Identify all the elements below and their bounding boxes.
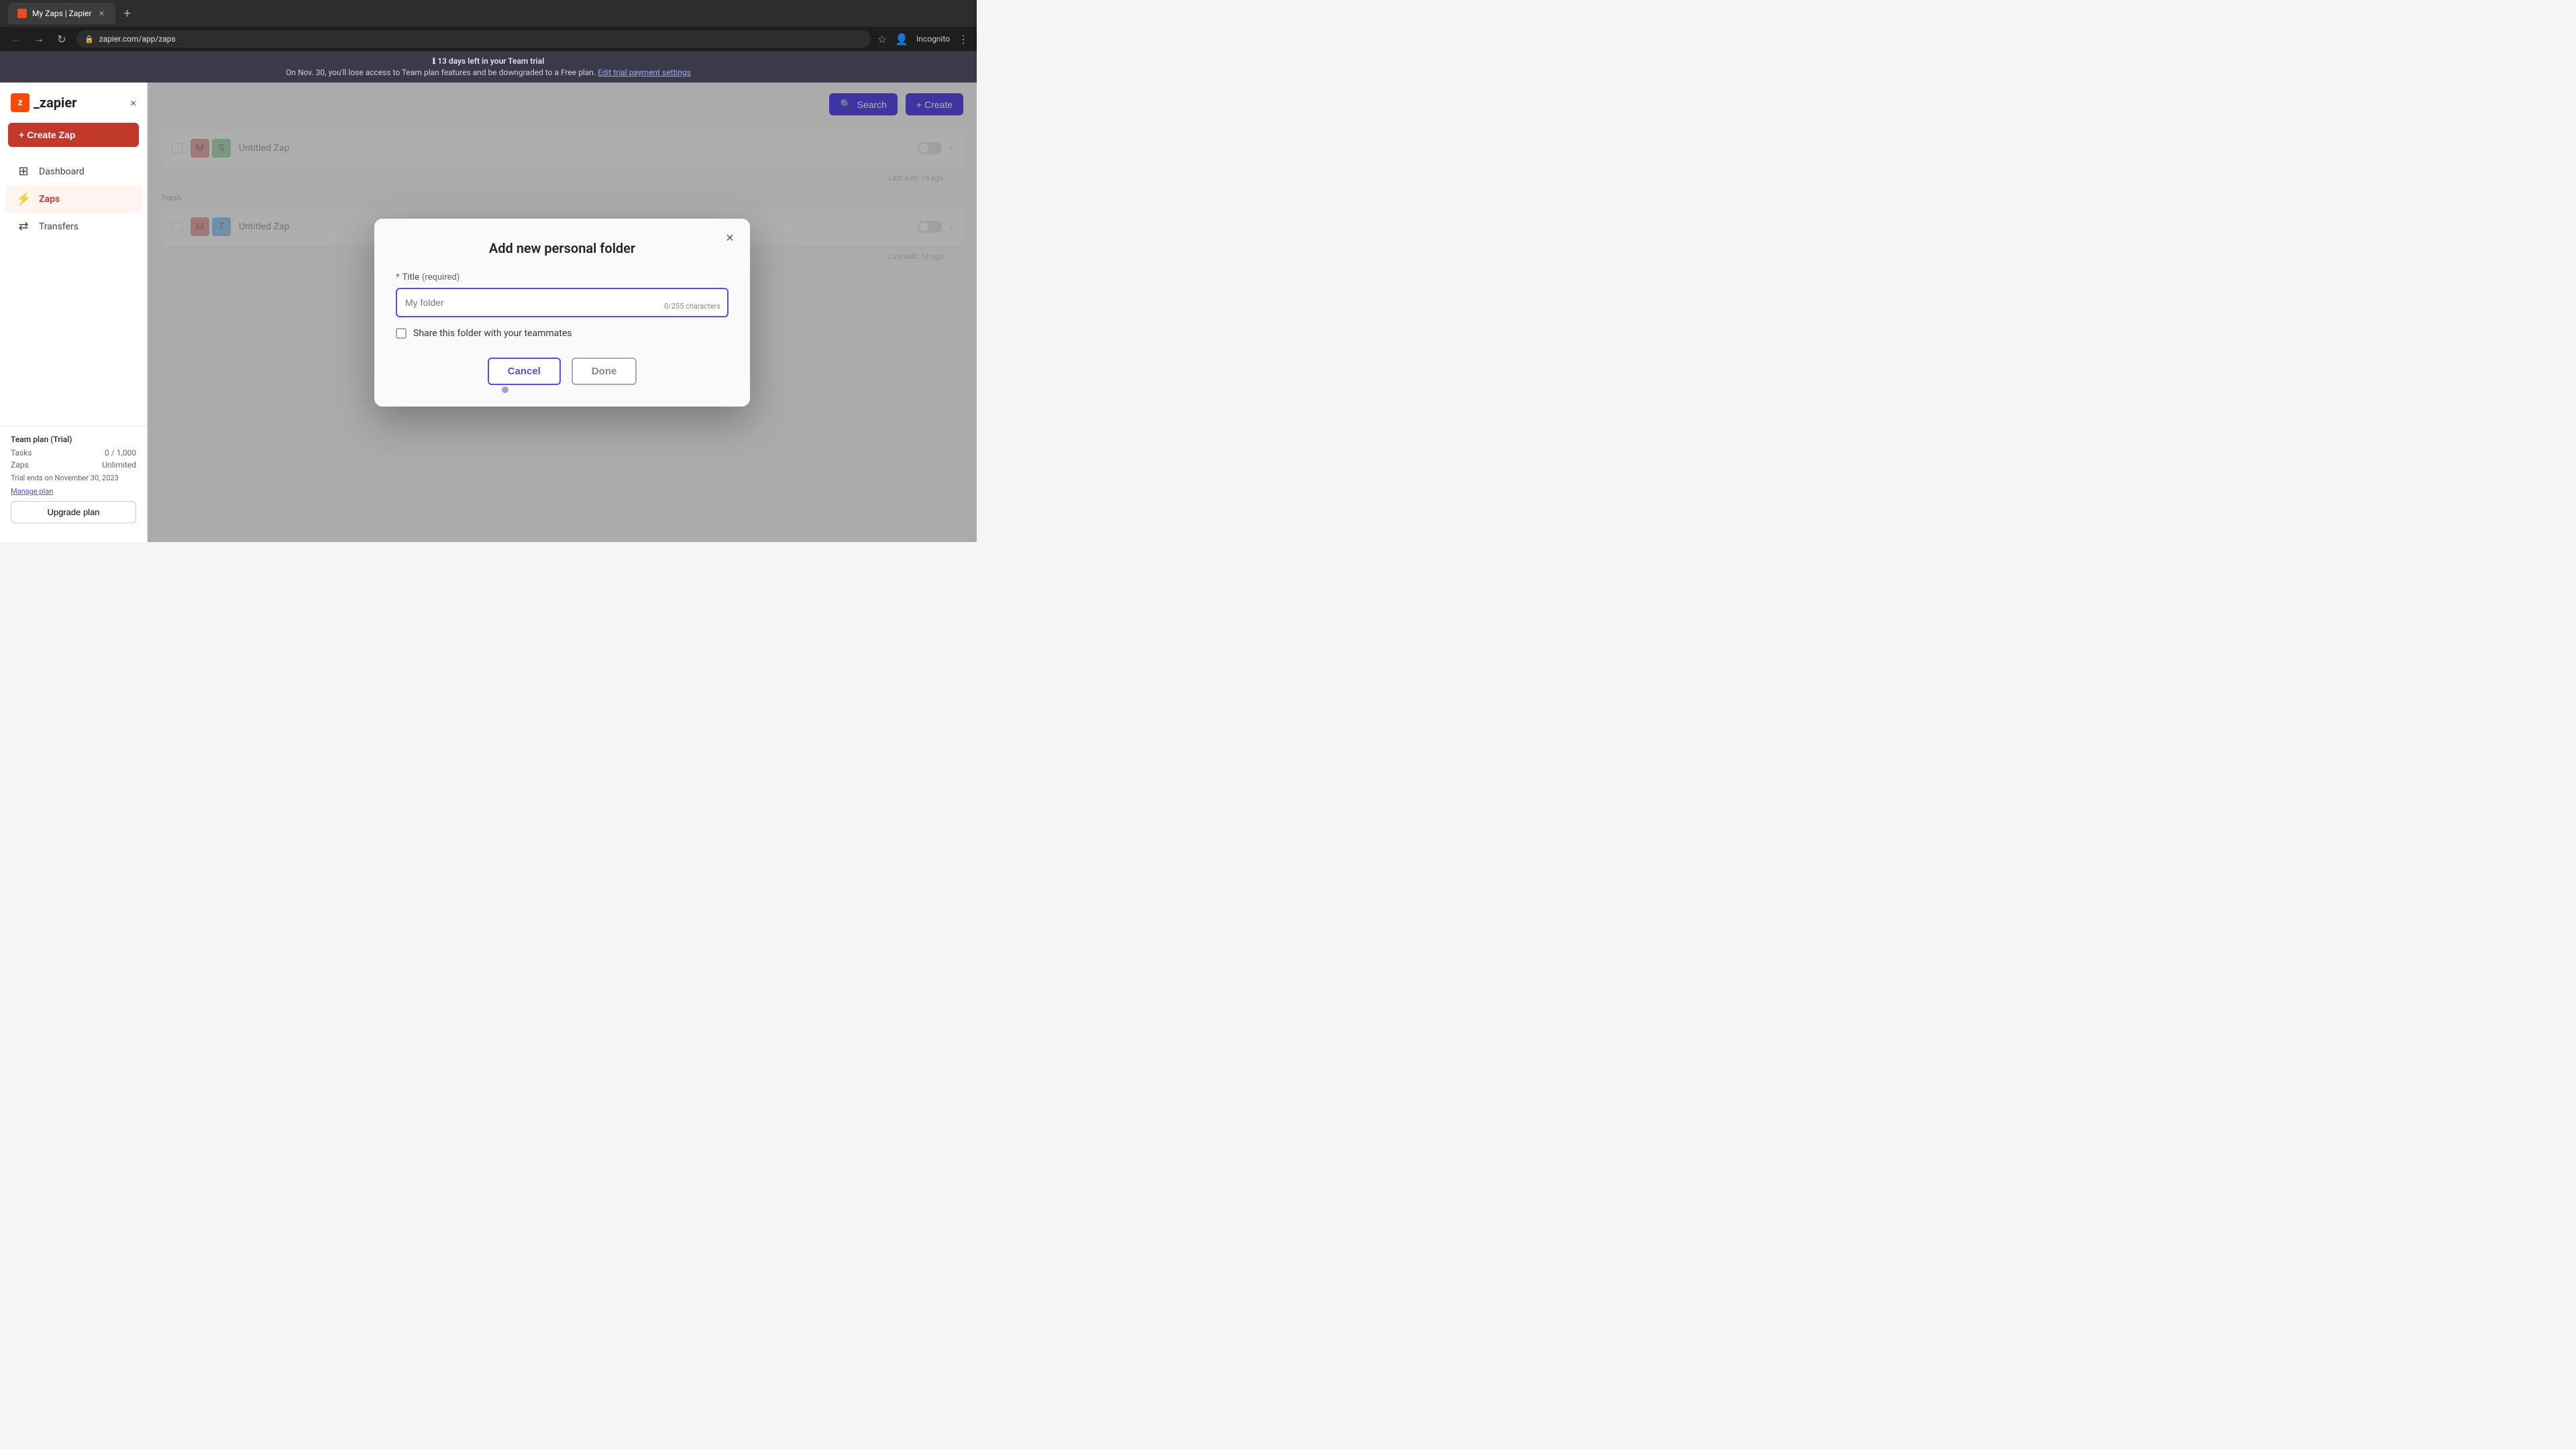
logo-text: _zapier [34,95,76,111]
done-button[interactable]: Done [572,358,637,385]
sidebar-item-transfers[interactable]: ⇄ Transfers [5,213,142,240]
share-checkbox[interactable] [396,328,407,339]
tasks-stat: Tasks 0 / 1,000 [11,448,136,458]
cursor [502,386,508,393]
modal-close-button[interactable]: × [720,229,739,248]
sidebar-item-zaps[interactable]: ⚡ Zaps [5,185,142,213]
modal-title: Add new personal folder [396,240,729,256]
add-folder-modal: × Add new personal folder * Title (requi… [374,219,750,407]
address-bar: ← → ↻ 🔒 zapier.com/app/zaps ☆ 👤 Incognit… [0,27,977,51]
trial-banner-title: ℹ 13 days left in your Team trial [5,56,971,66]
modal-actions: Cancel Done [396,358,729,385]
zaps-label: Zaps [11,460,29,470]
back-button[interactable]: ← [8,32,24,46]
char-count: 0/255 characters [664,302,720,311]
sidebar-nav: ⊞ Dashboard ⚡ Zaps ⇄ Transfers [0,158,147,426]
tasks-value: 0 / 1,000 [105,448,136,458]
trial-banner: ℹ 13 days left in your Team trial On Nov… [0,51,977,83]
sidebar-plan-info: Team plan (Trial) Tasks 0 / 1,000 Zaps U… [0,426,147,531]
tasks-label: Tasks [11,448,32,458]
field-name: Title [402,272,419,282]
sidebar: z _zapier × + Create Zap ⊞ Dashboard ⚡ Z… [0,83,148,542]
forward-button[interactable]: → [31,32,47,46]
trial-end-text: Trial ends on November 30, 2023 [11,474,136,482]
tab-title: My Zaps | Zapier [32,9,91,18]
dashboard-icon: ⊞ [16,164,31,178]
upgrade-plan-button[interactable]: Upgrade plan [11,501,136,523]
edit-trial-link[interactable]: Edit trial payment settings [598,68,691,77]
url-text: zapier.com/app/zaps [99,34,176,44]
url-bar[interactable]: 🔒 zapier.com/app/zaps [76,30,871,48]
refresh-button[interactable]: ↻ [54,33,70,46]
trial-banner-description: On Nov. 30, you'll lose access to Team p… [5,68,971,77]
sidebar-item-dashboard[interactable]: ⊞ Dashboard [5,158,142,185]
menu-icon[interactable]: ⋮ [958,33,969,46]
zaps-value: Unlimited [102,460,136,470]
zaps-stat: Zaps Unlimited [11,460,136,470]
sidebar-header: z _zapier × [0,93,147,123]
modal-overlay: × Add new personal folder * Title (requi… [148,83,977,542]
create-zap-button[interactable]: + Create Zap [8,123,139,147]
share-checkbox-row: Share this folder with your teammates [396,328,729,339]
bookmark-icon[interactable]: ☆ [877,33,887,46]
tab-favicon [17,9,27,18]
manage-plan-link[interactable]: Manage plan [11,487,53,496]
sidebar-close-button[interactable]: × [130,97,136,109]
browser-tab[interactable]: My Zaps | Zapier ✕ [8,3,115,24]
sidebar-item-label: Dashboard [39,166,85,177]
lock-icon: 🔒 [85,35,94,44]
tab-close-button[interactable]: ✕ [97,9,106,18]
title-input-wrapper: 0/255 characters [396,288,729,317]
zapier-logo: z _zapier [11,93,76,112]
sidebar-item-label: Transfers [39,221,78,232]
zaps-icon: ⚡ [16,192,31,206]
new-tab-button[interactable]: + [123,7,130,21]
browser-actions: ☆ 👤 Incognito ⋮ [877,33,969,46]
app-layout: z _zapier × + Create Zap ⊞ Dashboard ⚡ Z… [0,83,977,542]
sidebar-item-label: Zaps [39,194,60,205]
share-checkbox-label: Share this folder with your teammates [413,328,572,339]
profile-icon[interactable]: 👤 [895,33,908,46]
required-star: * [396,272,400,282]
browser-chrome: My Zaps | Zapier ✕ + [0,0,977,27]
info-icon: ℹ [433,56,436,66]
cancel-button[interactable]: Cancel [488,358,561,385]
logo-icon: z [11,93,30,112]
field-label: * Title (required) [396,272,729,282]
incognito-label: Incognito [916,34,950,44]
required-text: (required) [422,272,460,282]
transfers-icon: ⇄ [16,219,31,233]
main-content: 🔍 Search + Create M S Untitled Zap › Las… [148,83,977,542]
plan-name: Team plan (Trial) [11,435,136,444]
create-zap-label: + Create Zap [19,129,75,140]
